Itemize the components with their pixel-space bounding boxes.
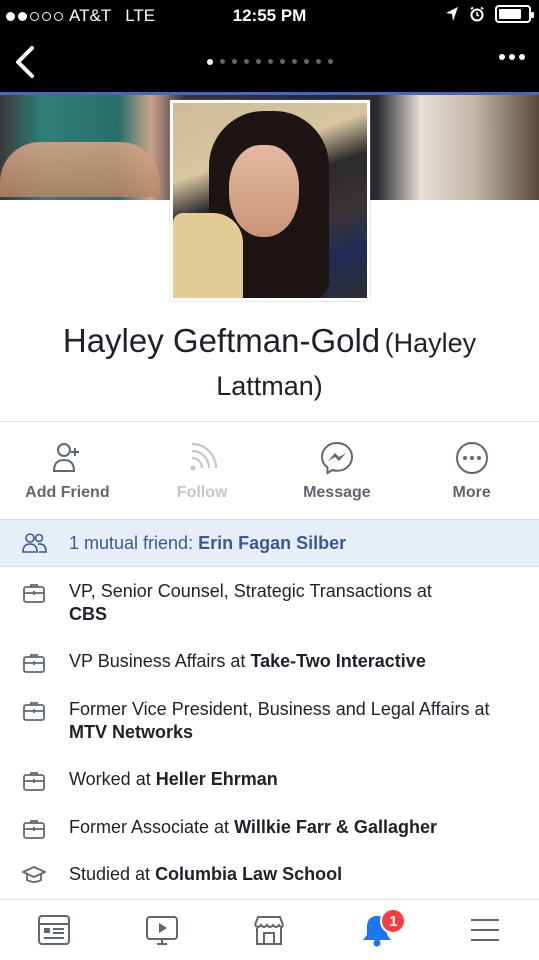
more-options-button[interactable]	[499, 54, 525, 60]
friends-icon	[22, 533, 47, 553]
briefcase-icon	[23, 820, 45, 839]
work-text: VP, Senior Counsel, Strategic Transactio…	[69, 581, 432, 624]
tab-menu[interactable]	[431, 900, 539, 960]
more-label: More	[452, 484, 491, 501]
news-feed-icon	[37, 915, 70, 945]
mutual-friends-prefix: 1 mutual friend:	[69, 533, 199, 553]
follow-label: Follow	[176, 484, 228, 501]
work-text: Former Associate at Willkie Farr & Galla…	[69, 817, 437, 837]
mutual-friend-name[interactable]: Erin Fagan Silber	[198, 533, 346, 553]
alarm-icon	[470, 6, 484, 22]
profile-actions: Add Friend Follow Message More	[0, 430, 539, 510]
follow-icon	[190, 442, 218, 471]
work-text: Worked at Heller Ehrman	[69, 769, 278, 789]
graduation-cap-icon	[22, 866, 46, 883]
briefcase-icon	[23, 654, 45, 673]
education-text: Studied at Columbia Law School	[69, 864, 343, 884]
notification-badge: 1	[380, 908, 407, 934]
marketplace-icon	[254, 916, 285, 945]
status-icons	[445, 5, 534, 23]
profile-name: Hayley Geftman-Gold	[62, 322, 381, 359]
location-arrow-icon	[446, 7, 458, 21]
work-text: VP Business Affairs at Take-Two Interact…	[69, 651, 426, 671]
status-bar: AT&T LTE 12:55 PM	[0, 0, 539, 32]
page-indicator	[0, 58, 539, 65]
tab-marketplace[interactable]	[216, 900, 324, 960]
menu-icon	[471, 919, 500, 941]
add-friend-button[interactable]: Add Friend	[0, 430, 135, 510]
add-friend-label: Add Friend	[25, 484, 110, 501]
profile-name-block: Hayley Geftman-Gold (Hayley Lattman)	[20, 322, 519, 410]
messenger-icon	[320, 441, 353, 475]
message-label: Message	[303, 484, 371, 501]
tab-notifications[interactable]: 1	[323, 900, 431, 960]
bottom-tab-bar: 1	[0, 899, 539, 960]
add-friend-icon	[53, 443, 80, 472]
more-icon	[455, 442, 488, 474]
profile-picture[interactable]	[170, 100, 370, 301]
briefcase-icon	[23, 584, 45, 603]
mutual-friends-row[interactable]: 1 mutual friend: Erin Fagan Silber	[0, 519, 539, 567]
work-text: Former Vice President, Business and Lega…	[69, 699, 490, 742]
follow-button[interactable]: Follow	[135, 430, 270, 510]
divider	[0, 421, 539, 422]
more-button[interactable]: More	[404, 430, 539, 510]
navigation-bar	[0, 32, 539, 92]
briefcase-icon	[23, 772, 45, 791]
message-button[interactable]: Message	[270, 430, 405, 510]
tab-video[interactable]	[108, 900, 216, 960]
video-icon	[145, 916, 178, 945]
battery-icon	[495, 5, 534, 23]
briefcase-icon	[23, 702, 45, 721]
mutual-friends-text: 1 mutual friend: Erin Fagan Silber	[69, 533, 346, 554]
tab-news-feed[interactable]	[0, 900, 108, 960]
